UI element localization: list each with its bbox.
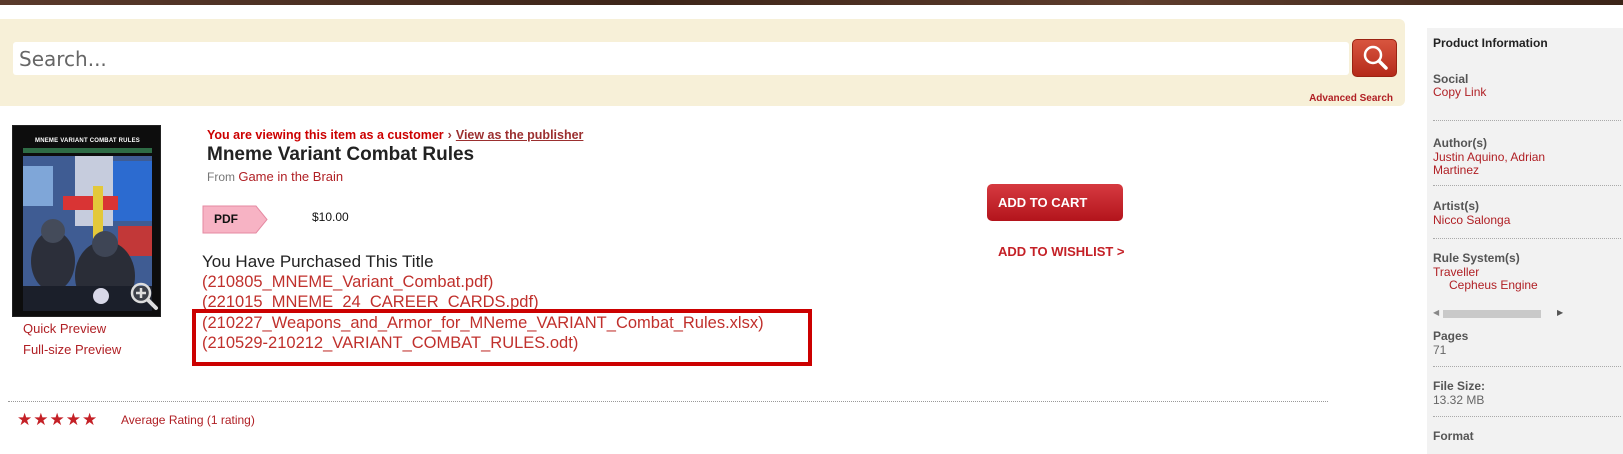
rule-system-link[interactable]: Traveller — [1433, 265, 1479, 279]
format-label: Format — [1433, 429, 1474, 443]
product-information-sidebar: Product Information Social Copy Link Aut… — [1427, 28, 1623, 454]
cover-title: MNEME VARIANT COMBAT RULES — [35, 138, 140, 144]
scrollbar-thumb[interactable] — [1443, 310, 1541, 318]
pages-label: Pages — [1433, 329, 1469, 343]
copy-link[interactable]: Copy Link — [1433, 85, 1486, 99]
file-size-value: 13.32 MB — [1433, 393, 1485, 407]
search-button[interactable] — [1352, 39, 1397, 77]
rating-stars: ★★★★★ — [17, 410, 99, 429]
search-bar-area: Advanced Search — [0, 19, 1405, 106]
author-link[interactable]: Martinez — [1433, 163, 1479, 177]
cover-subtitle-band — [23, 148, 152, 153]
format-label: PDF — [214, 212, 238, 226]
highlight-box — [192, 309, 812, 366]
zoom-icon[interactable] — [129, 281, 159, 311]
from-label: From — [207, 170, 235, 184]
pages-value: 71 — [1433, 343, 1447, 357]
search-input[interactable] — [19, 42, 1339, 75]
search-box — [13, 42, 1349, 75]
purchased-heading: You Have Purchased This Title — [202, 252, 434, 271]
viewing-as-text: You are viewing this item as a customer — [207, 128, 444, 142]
product-title: Mneme Variant Combat Rules — [207, 144, 475, 165]
horizontal-scrollbar[interactable]: ◀ ▶ — [1433, 308, 1563, 320]
section-divider — [8, 401, 1328, 402]
authors-label: Author(s) — [1433, 136, 1487, 150]
view-as-publisher-link[interactable]: View as the publisher — [456, 128, 584, 142]
rule-systems-label: Rule System(s) — [1433, 251, 1520, 265]
author-link[interactable]: Justin Aquino, Adrian — [1433, 150, 1545, 164]
publisher-link[interactable]: Game in the Brain — [238, 169, 343, 184]
sidebar-divider — [1433, 416, 1621, 417]
artist-link[interactable]: Nicco Salonga — [1433, 213, 1510, 227]
artists-label: Artist(s) — [1433, 199, 1480, 213]
advanced-search-link[interactable]: Advanced Search — [1309, 93, 1393, 104]
rule-system-link[interactable]: Cepheus Engine — [1449, 278, 1538, 292]
format-tag-pdf[interactable]: PDF — [202, 205, 268, 234]
scroll-left-arrow-icon[interactable]: ◀ — [1433, 308, 1439, 317]
social-label: Social — [1433, 72, 1469, 86]
sidebar-divider — [1433, 185, 1621, 186]
search-icon — [1363, 45, 1388, 70]
add-to-cart-button[interactable]: ADD TO CART — [987, 184, 1123, 221]
sidebar-divider — [1433, 120, 1621, 121]
average-rating-text: Average Rating (1 rating) — [121, 413, 255, 427]
scroll-right-arrow-icon[interactable]: ▶ — [1557, 308, 1563, 317]
quick-preview-link[interactable]: Quick Preview — [23, 321, 106, 336]
price: $10.00 — [312, 210, 349, 224]
top-header-strip — [0, 0, 1623, 5]
breadcrumb-separator: › — [447, 128, 452, 142]
publisher-line: From Game in the Brain — [207, 169, 343, 184]
download-file-link[interactable]: (210805_MNEME_Variant_Combat.pdf) — [202, 273, 493, 292]
sidebar-divider — [1433, 366, 1621, 367]
file-size-label: File Size: — [1433, 379, 1486, 393]
viewing-as-banner: You are viewing this item as a customer ›… — [207, 128, 583, 142]
sidebar-heading: Product Information — [1433, 36, 1548, 50]
add-to-wishlist-link[interactable]: ADD TO WISHLIST > — [998, 244, 1125, 259]
full-size-preview-link[interactable]: Full-size Preview — [23, 342, 121, 357]
sidebar-divider — [1433, 238, 1621, 239]
